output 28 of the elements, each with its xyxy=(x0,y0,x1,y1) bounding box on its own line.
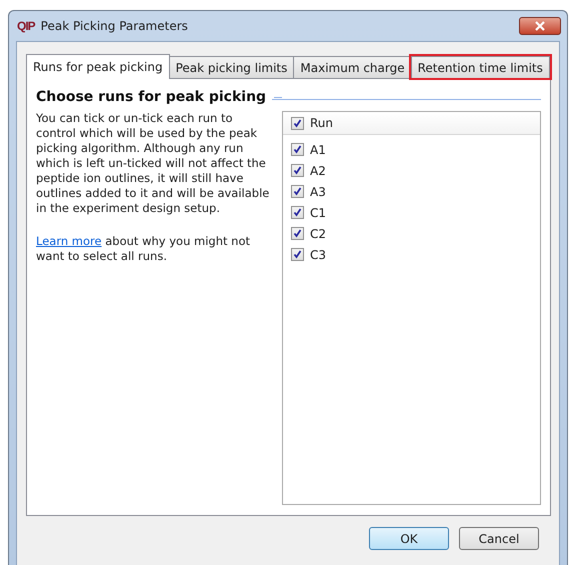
checkbox[interactable] xyxy=(291,164,304,177)
run-label: C2 xyxy=(310,226,326,240)
run-label: C3 xyxy=(310,248,326,262)
close-icon xyxy=(534,21,546,31)
tab[interactable]: Maximum charge xyxy=(293,56,412,78)
checkbox[interactable] xyxy=(291,143,304,156)
app-logo: QIP xyxy=(17,19,35,33)
tab[interactable]: Retention time limits xyxy=(410,56,550,78)
close-button[interactable] xyxy=(519,17,561,35)
description-text: You can tick or un-tick each run to control which will be used by the peak picking algorithm. Although any run which is left un-ticked will not affect the peptide ion outlines, it will still have outlines added to it and will be available in the experiment design setup. xyxy=(36,111,270,216)
window-title: Peak Picking Parameters xyxy=(40,19,189,33)
column-header: Run xyxy=(310,116,334,130)
ok-button[interactable]: OK xyxy=(369,527,449,550)
checkbox[interactable] xyxy=(291,185,304,198)
run-label: C1 xyxy=(310,206,326,220)
run-label: A2 xyxy=(310,164,326,178)
checkbox[interactable] xyxy=(291,116,304,130)
learn-more-text: Learn more about why you might not want to select all runs. xyxy=(36,234,252,264)
checkbox[interactable] xyxy=(291,227,304,240)
tab[interactable]: Runs for peak picking xyxy=(26,54,170,79)
checkbox[interactable] xyxy=(291,248,304,261)
tab[interactable]: Peak picking limits xyxy=(168,56,294,78)
section-heading: Choose runs for peak picking xyxy=(36,89,266,105)
learn-more-link[interactable]: Learn more xyxy=(36,234,102,248)
checkbox[interactable] xyxy=(291,206,304,219)
cancel-button[interactable]: Cancel xyxy=(459,527,539,550)
run-label: A3 xyxy=(310,184,326,198)
run-label: A1 xyxy=(310,142,326,156)
